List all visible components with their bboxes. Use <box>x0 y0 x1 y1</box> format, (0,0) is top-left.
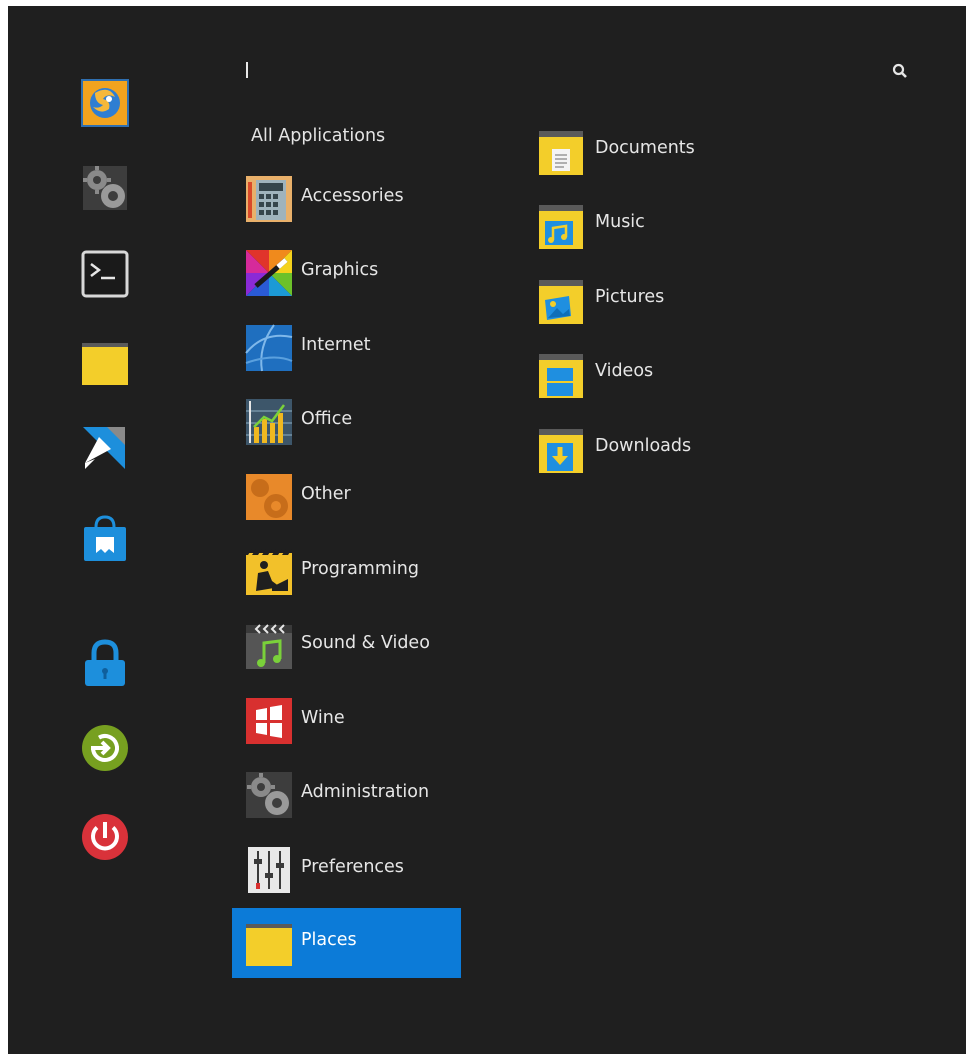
favorite-firefox[interactable] <box>80 78 130 128</box>
category-label: Wine <box>301 708 345 728</box>
text-cursor <box>246 62 248 78</box>
place-pictures[interactable]: Pictures <box>535 276 795 332</box>
category-label: Internet <box>301 335 371 355</box>
category-sound-video[interactable]: Sound & Video <box>232 611 461 681</box>
place-music[interactable]: Music <box>535 201 795 257</box>
favorite-settings[interactable] <box>80 163 130 213</box>
category-label: Sound & Video <box>301 633 430 653</box>
music-folder-icon <box>535 201 587 253</box>
administration-icon <box>244 770 294 820</box>
category-administration[interactable]: Administration <box>232 760 461 830</box>
category-label: Accessories <box>301 186 404 206</box>
firefox-icon <box>81 79 129 127</box>
favorite-xfce[interactable] <box>80 422 130 472</box>
lock-screen-button[interactable] <box>80 638 130 688</box>
software-store-icon <box>80 513 130 563</box>
search-input[interactable] <box>236 56 882 84</box>
category-wine[interactable]: Wine <box>232 686 461 756</box>
category-label: Administration <box>301 782 430 802</box>
internet-icon <box>244 323 294 373</box>
place-label: Documents <box>595 138 695 158</box>
category-label: Graphics <box>301 260 379 280</box>
place-videos[interactable]: Videos <box>535 350 795 406</box>
category-internet[interactable]: Internet <box>232 313 461 383</box>
category-accessories[interactable]: Accessories <box>232 164 461 234</box>
sound-video-icon <box>244 621 294 671</box>
category-programming[interactable]: Programming <box>232 537 461 607</box>
folder-icon <box>80 339 130 387</box>
search-icon[interactable] <box>892 63 908 83</box>
documents-folder-icon <box>535 127 587 179</box>
pictures-folder-icon <box>535 276 587 328</box>
terminal-icon <box>81 250 129 298</box>
place-label: Videos <box>595 361 654 381</box>
category-graphics[interactable]: Graphics <box>232 238 461 308</box>
category-preferences[interactable]: Preferences <box>232 835 461 905</box>
other-icon <box>244 472 294 522</box>
lock-screen-icon <box>81 638 129 688</box>
videos-folder-icon <box>535 350 587 402</box>
category-places[interactable]: Places <box>232 908 461 978</box>
category-label: Preferences <box>301 857 404 877</box>
favorite-terminal[interactable] <box>80 249 130 299</box>
category-label: Office <box>301 409 353 429</box>
category-label: Programming <box>301 559 419 579</box>
logout-button[interactable] <box>80 723 130 773</box>
places-icon <box>244 918 294 968</box>
category-label: Other <box>301 484 351 504</box>
category-other[interactable]: Other <box>232 462 461 532</box>
downloads-folder-icon <box>535 425 587 477</box>
logout-icon <box>80 723 130 773</box>
category-all-applications[interactable]: All Applications <box>251 126 385 146</box>
category-label: Places <box>301 930 357 950</box>
place-label: Pictures <box>595 287 665 307</box>
settings-gears-icon <box>81 164 129 212</box>
programming-icon <box>244 547 294 597</box>
place-label: Music <box>595 212 645 232</box>
category-office[interactable]: Office <box>232 387 461 457</box>
power-icon <box>80 812 130 862</box>
graphics-icon <box>244 248 294 298</box>
wine-icon <box>244 696 294 746</box>
preferences-icon <box>244 845 294 895</box>
shutdown-button[interactable] <box>80 812 130 862</box>
application-menu: All Applications Accessories Graphics In… <box>8 6 966 1054</box>
office-icon <box>244 397 294 447</box>
favorite-files[interactable] <box>80 338 130 388</box>
favorite-software-store[interactable] <box>80 513 130 563</box>
place-documents[interactable]: Documents <box>535 127 795 183</box>
place-label: Downloads <box>595 436 692 456</box>
accessories-icon <box>244 174 294 224</box>
place-downloads[interactable]: Downloads <box>535 425 795 481</box>
xfce-icon <box>81 423 129 471</box>
